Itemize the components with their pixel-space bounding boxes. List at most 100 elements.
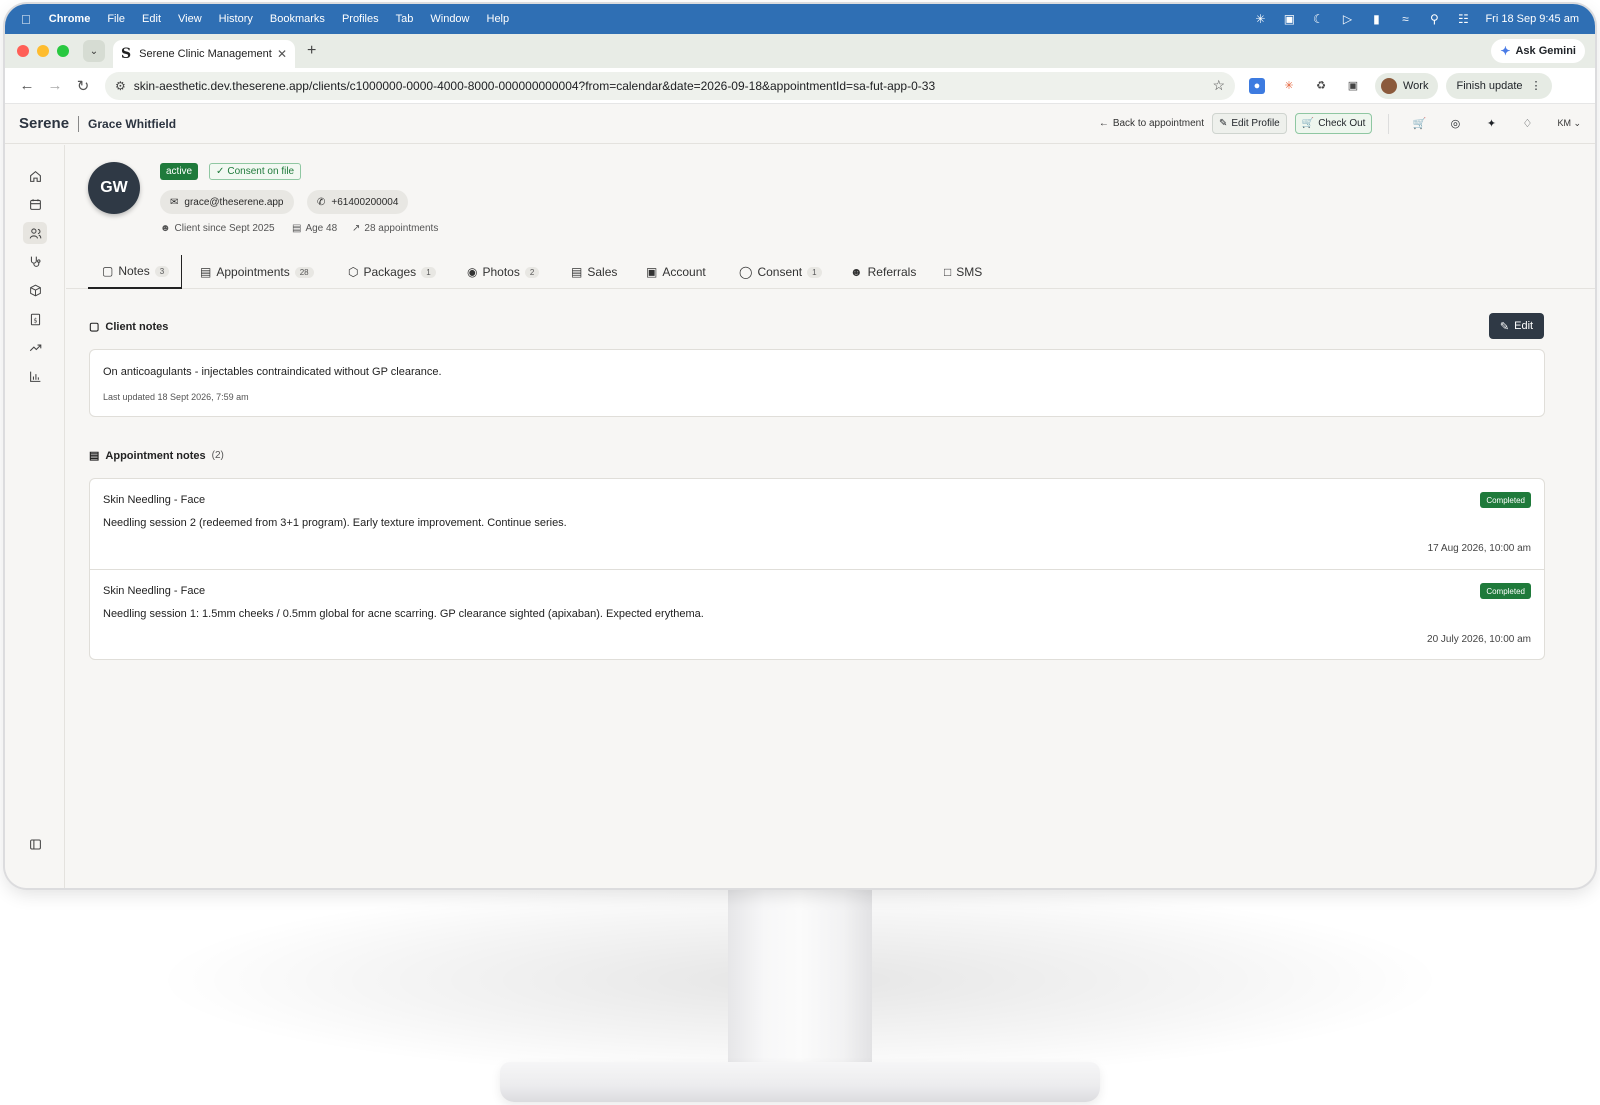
extension-blue-icon[interactable]: ● xyxy=(1249,77,1265,94)
users-icon: ☻ xyxy=(160,223,171,234)
screen-record-icon[interactable]: ▣ xyxy=(1282,12,1296,26)
extension-claude-icon[interactable]: ✳ xyxy=(1281,78,1297,94)
play-icon[interactable]: ▷ xyxy=(1340,12,1354,26)
menu-help[interactable]: Help xyxy=(487,13,510,25)
extensions-puzzle-icon[interactable]: ♻ xyxy=(1313,78,1329,94)
new-tab-button[interactable]: + xyxy=(307,42,316,60)
zoom-window-button[interactable] xyxy=(57,45,69,57)
kebab-menu-icon[interactable]: ⋮ xyxy=(1531,79,1542,92)
cart-icon[interactable]: 🛒 xyxy=(1405,117,1433,130)
appointment-note-text: Needling session 1: 1.5mm cheeks / 0.5mm… xyxy=(103,608,704,620)
tab-notes[interactable]: ▢ Notes 3 xyxy=(88,255,183,289)
mail-icon: ✉ xyxy=(170,196,179,208)
menu-history[interactable]: History xyxy=(219,13,253,25)
list-item[interactable]: Skin Needling - Face Completed Needling … xyxy=(90,569,1544,659)
profile-button[interactable]: Work xyxy=(1375,72,1439,99)
profile-label: Work xyxy=(1403,79,1429,92)
clients-icon[interactable] xyxy=(23,222,47,244)
client-age-label: Age 48 xyxy=(305,223,338,234)
tab-packages-label: Packages xyxy=(363,265,417,279)
invoice-dollar-icon[interactable]: $ xyxy=(23,308,47,330)
appointment-datetime: 17 Aug 2026, 10:00 am xyxy=(1427,543,1531,554)
monitor-stand xyxy=(728,884,872,1084)
site-settings-icon[interactable]: ⚙ xyxy=(115,79,126,93)
moon-icon[interactable]: ☾ xyxy=(1311,12,1325,26)
bookmark-star-icon[interactable]: ☆ xyxy=(1212,77,1225,94)
client-notes-heading: ▢ Client notes xyxy=(89,320,168,334)
support-lifebuoy-icon[interactable]: ◎ xyxy=(1441,117,1469,130)
menu-bookmarks[interactable]: Bookmarks xyxy=(270,13,325,25)
browser-tab-title: Serene Clinic Management xyxy=(139,48,272,60)
check-out-button[interactable]: 🛒 Check Out xyxy=(1294,113,1373,134)
brand-logo[interactable]: Serene xyxy=(19,115,69,132)
tab-photos[interactable]: ◉ Photos 2 xyxy=(467,255,540,289)
package-box-icon[interactable] xyxy=(23,279,47,301)
address-bar[interactable]: ⚙ skin-aesthetic.dev.theserene.app/clien… xyxy=(105,71,1235,100)
wifi-icon[interactable]: ≈ xyxy=(1398,12,1412,26)
arrow-left-icon: ← xyxy=(1098,118,1109,129)
calendar-icon[interactable] xyxy=(23,193,47,215)
tab-appointments[interactable]: ▤ Appointments 28 xyxy=(200,255,314,289)
sidebar-toggle-icon[interactable] xyxy=(29,838,43,852)
user-menu[interactable]: KM ⌄ xyxy=(1557,118,1581,129)
check-out-label: Check Out xyxy=(1318,118,1366,129)
file-icon: ▢ xyxy=(89,321,100,333)
menu-app-name[interactable]: Chrome xyxy=(49,13,91,25)
tab-sales[interactable]: ▤ Sales xyxy=(571,255,617,289)
phone-chip[interactable]: ✆ +61400200004 xyxy=(307,190,409,214)
menu-view[interactable]: View xyxy=(178,13,202,25)
client-profile-main: GW active ✓ Consent on file ✉ grace@thes… xyxy=(66,145,1595,888)
menubar-status-area: ✳ ▣ ☾ ▷ ▮ ≈ ⚲ ☷ Fri 18 Sep 9:45 am xyxy=(1253,12,1579,26)
edit-profile-button[interactable]: ✎ Edit Profile xyxy=(1212,113,1287,134)
menu-profiles[interactable]: Profiles xyxy=(342,13,379,25)
client-note-updated: Last updated 18 Sept 2026, 7:59 am xyxy=(103,392,249,402)
bell-icon[interactable]: ♢ xyxy=(1513,117,1541,130)
apple-icon[interactable]:  xyxy=(21,12,31,27)
url-text[interactable]: skin-aesthetic.dev.theserene.app/clients… xyxy=(134,79,935,93)
trending-up-icon[interactable] xyxy=(23,336,47,358)
menubar-clock[interactable]: Fri 18 Sep 9:45 am xyxy=(1485,13,1579,25)
stethoscope-icon[interactable] xyxy=(23,250,47,272)
tab-sms[interactable]: □ SMS xyxy=(944,255,982,289)
ask-gemini-button[interactable]: ✦ Ask Gemini xyxy=(1491,39,1585,63)
tab-account[interactable]: ▣ Account xyxy=(646,255,706,289)
phone-icon: ✆ xyxy=(317,196,326,208)
email-chip[interactable]: ✉ grace@theserene.app xyxy=(160,190,294,214)
spotlight-search-icon[interactable]: ⚲ xyxy=(1427,12,1441,26)
sparkles-icon[interactable]: ✦ xyxy=(1477,117,1505,130)
back-to-appointment-link[interactable]: ← Back to appointment xyxy=(1099,118,1204,129)
tab-account-label: Account xyxy=(662,265,706,279)
forward-arrow-icon[interactable]: → xyxy=(41,77,69,94)
edit-notes-button[interactable]: ✎ Edit xyxy=(1489,313,1544,339)
gemini-sparkle-icon: ✦ xyxy=(1500,44,1511,58)
header-divider xyxy=(78,115,80,132)
tab-packages[interactable]: ⬡ Packages 1 xyxy=(348,255,436,289)
tab-consent[interactable]: ◯ Consent 1 xyxy=(739,255,822,289)
minimize-window-button[interactable] xyxy=(37,45,49,57)
screenshot-icon[interactable]: ▣ xyxy=(1345,78,1361,94)
sun-icon[interactable]: ✳ xyxy=(1253,12,1267,26)
appointment-note-text: Needling session 2 (redeemed from 3+1 pr… xyxy=(103,517,567,529)
menu-tab[interactable]: Tab xyxy=(396,13,414,25)
close-window-button[interactable] xyxy=(17,45,29,57)
calendar-small-icon: ▤ xyxy=(292,223,302,234)
browser-tab[interactable]: S Serene Clinic Management ✕ xyxy=(113,40,295,68)
reload-icon[interactable]: ↻ xyxy=(69,77,97,95)
tab-consent-count: 1 xyxy=(807,266,822,278)
battery-icon[interactable]: ▮ xyxy=(1369,12,1383,26)
status-badge: active xyxy=(160,163,199,180)
appointment-title: Skin Needling - Face xyxy=(103,585,206,597)
close-tab-icon[interactable]: ✕ xyxy=(277,47,287,61)
back-arrow-icon[interactable]: ← xyxy=(13,77,41,94)
finish-update-button[interactable]: Finish update ⋮ xyxy=(1446,72,1552,99)
tab-referrals[interactable]: ☻ Referrals xyxy=(850,255,916,289)
home-icon[interactable] xyxy=(23,165,47,187)
menu-file[interactable]: File xyxy=(107,13,125,25)
bar-chart-icon[interactable] xyxy=(23,365,47,387)
client-note-text: On anticoagulants - injectables contrain… xyxy=(103,366,442,378)
menu-window[interactable]: Window xyxy=(430,13,469,25)
tab-search-icon[interactable]: ⌄ xyxy=(83,40,105,62)
menu-edit[interactable]: Edit xyxy=(142,13,161,25)
control-center-icon[interactable]: ☷ xyxy=(1456,12,1470,26)
list-item[interactable]: Skin Needling - Face Completed Needling … xyxy=(90,479,1544,569)
